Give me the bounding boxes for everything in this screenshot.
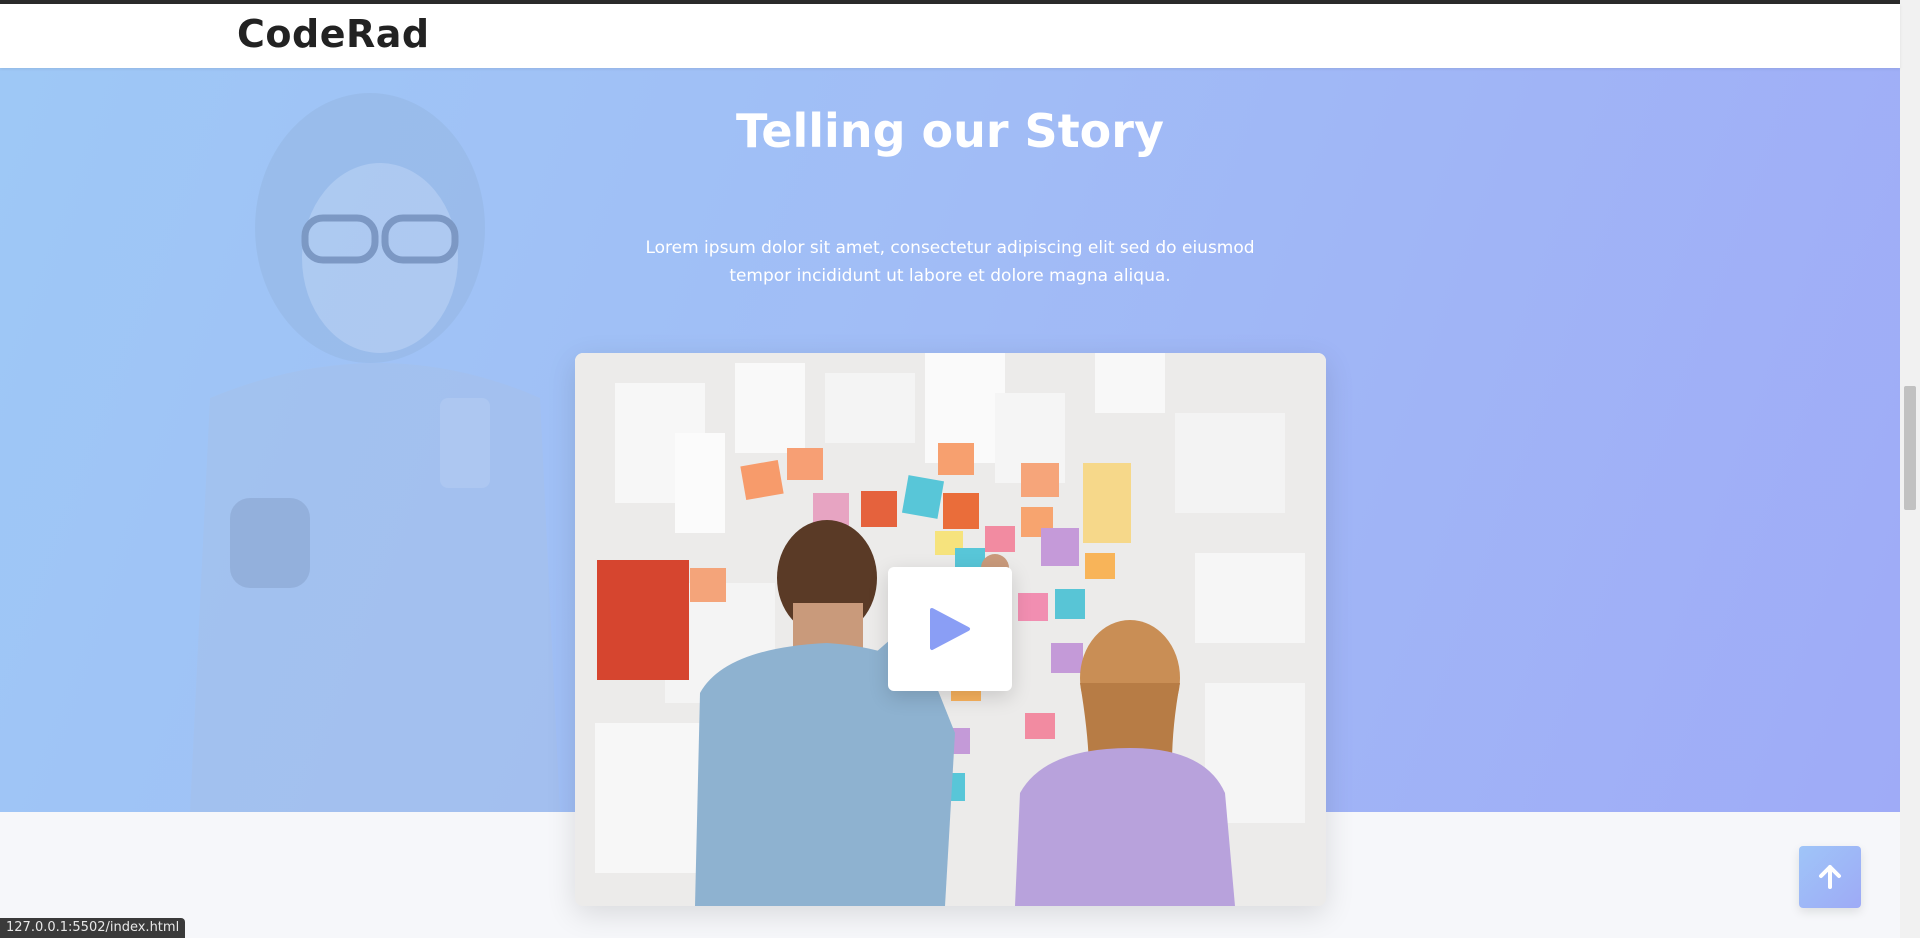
- section-description: Lorem ipsum dolor sit amet, consectetur …: [0, 234, 1900, 290]
- page-scrollbar[interactable]: [1900, 0, 1920, 938]
- play-video-button[interactable]: [888, 567, 1012, 691]
- description-line-1: Lorem ipsum dolor sit amet, consectetur …: [645, 238, 1255, 258]
- back-to-top-button[interactable]: [1799, 846, 1861, 908]
- section-title: Telling our Story: [736, 104, 1164, 158]
- description-line-2: tempor incididunt ut labore et dolore ma…: [729, 266, 1171, 286]
- status-bar-url: 127.0.0.1:5502/index.html: [0, 918, 186, 938]
- brand-logo[interactable]: CodeRad: [237, 12, 430, 56]
- play-icon: [930, 608, 970, 650]
- site-header: CodeRad: [0, 4, 1900, 68]
- arrow-up-icon: [1819, 865, 1841, 889]
- scrollbar-thumb[interactable]: [1904, 386, 1916, 510]
- background-person-illustration: [190, 93, 560, 812]
